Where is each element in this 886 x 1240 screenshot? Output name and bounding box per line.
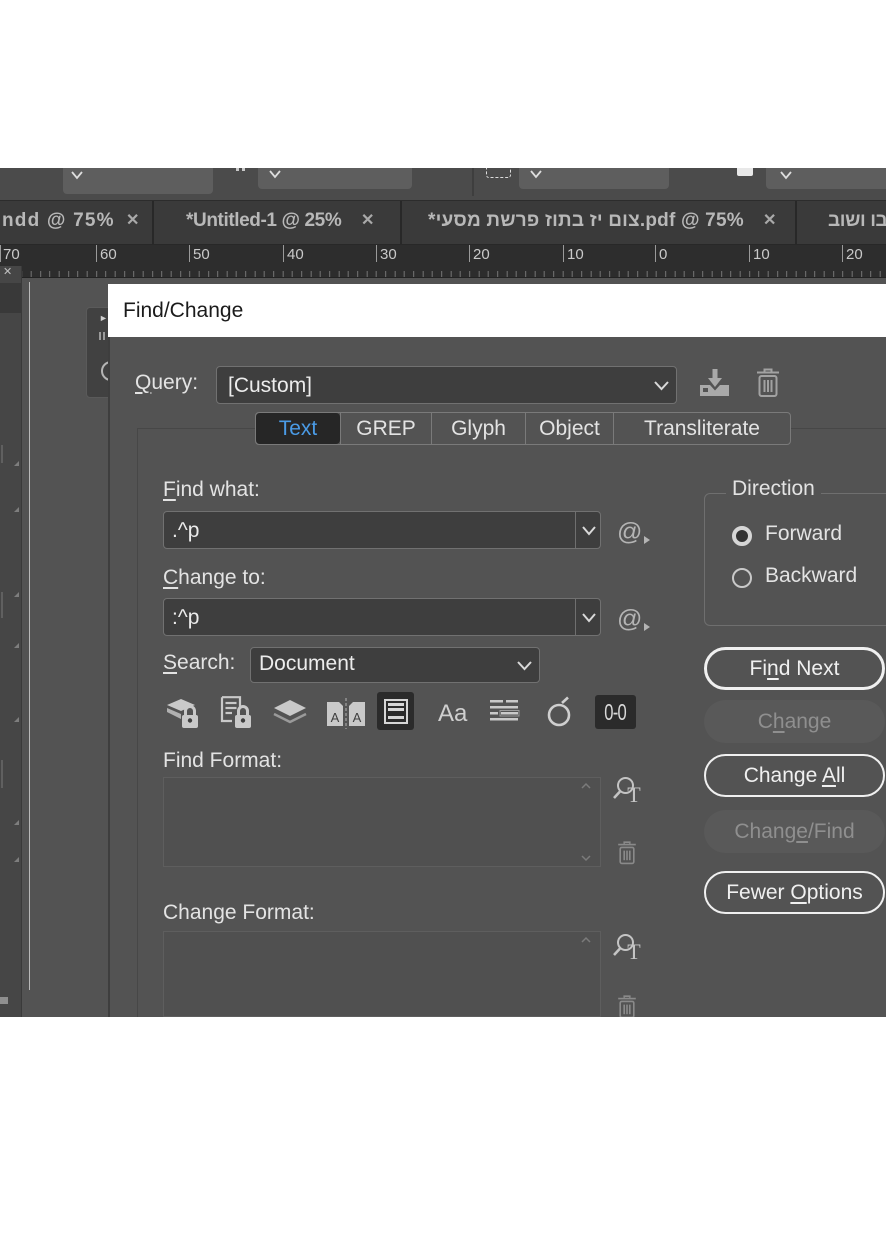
- svg-text:T: T: [627, 782, 641, 807]
- svg-text:A: A: [353, 710, 362, 725]
- svg-text:T: T: [627, 939, 641, 964]
- svg-text:A: A: [331, 710, 340, 725]
